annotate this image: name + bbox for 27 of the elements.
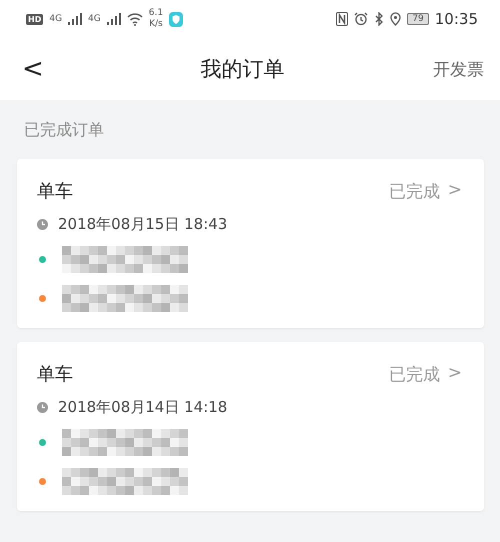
wifi-icon <box>126 12 143 26</box>
clock-time: 10:35 <box>434 10 478 28</box>
order-type: 单车 <box>37 180 73 203</box>
signal-icon <box>68 13 82 25</box>
order-type: 单车 <box>37 363 73 386</box>
alarm-icon <box>354 12 368 26</box>
network-label: 4G <box>49 14 62 24</box>
hd-indicator: HD <box>26 14 44 24</box>
network-label: 4G <box>88 14 101 24</box>
clock-icon <box>37 219 48 230</box>
clock-icon <box>37 402 48 413</box>
order-card[interactable]: 单车 已完成 > 2018年08月14日 14:18 <box>17 342 484 511</box>
section-title: 已完成订单 <box>23 119 105 141</box>
location-icon <box>390 12 402 26</box>
order-time: 2018年08月14日 14:18 <box>58 398 228 417</box>
speed-unit: K/s <box>149 20 163 29</box>
invoice-button[interactable]: 开发票 <box>433 58 484 80</box>
battery-level: 79 <box>407 13 429 25</box>
shield-icon <box>169 12 184 26</box>
speed-value: 6.1 <box>148 9 164 18</box>
back-button[interactable]: < <box>22 54 52 84</box>
page-title: 我的订单 <box>200 56 284 83</box>
bluetooth-icon <box>374 12 384 26</box>
order-card[interactable]: 单车 已完成 > 2018年08月15日 18:43 <box>17 159 484 328</box>
nfc-icon <box>336 12 348 26</box>
signal-icon <box>106 13 121 25</box>
order-time: 2018年08月15日 18:43 <box>58 215 228 234</box>
